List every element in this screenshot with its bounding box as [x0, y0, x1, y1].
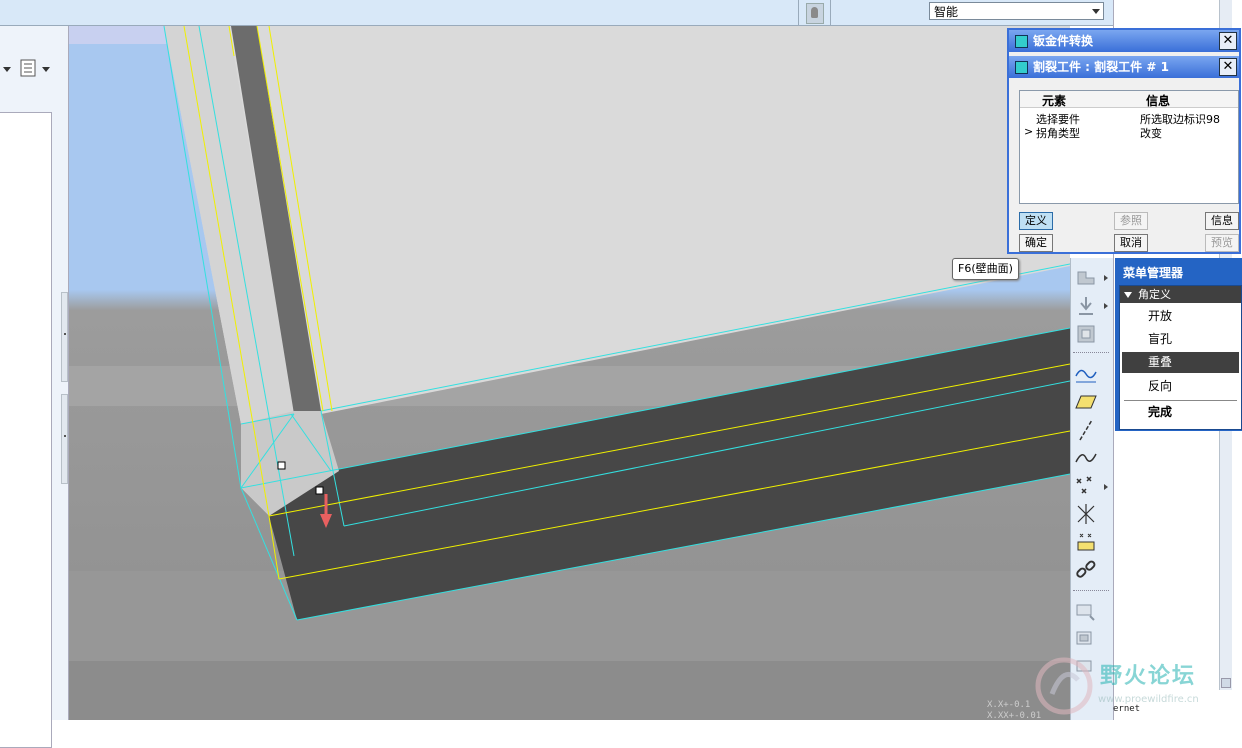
light-bulb-button[interactable] — [806, 3, 824, 24]
model-tree[interactable] — [0, 112, 52, 748]
subdialog-title: 割裂工件 : 割裂工件 # 1 — [1033, 60, 1169, 74]
menu-item-open[interactable]: 开放 — [1122, 306, 1239, 327]
row-expander[interactable]: > — [1024, 125, 1033, 138]
close-icon[interactable]: ✕ — [1219, 58, 1237, 76]
datum-axis-icon[interactable] — [1074, 418, 1098, 442]
menu-manager: 菜单管理器 角定义 开放 盲孔 重叠 反向 完成 — [1115, 258, 1242, 431]
column-header-info: 信息 — [1146, 94, 1171, 108]
element-row[interactable]: 选择要件 所选取边标识98 — [1020, 111, 1238, 126]
column-header-element: 元素 — [1042, 94, 1067, 108]
list-settings-icon[interactable] — [20, 59, 38, 77]
references-button[interactable]: 参照 — [1114, 212, 1148, 230]
row-element: 拐角类型 — [1036, 127, 1080, 140]
toolbar-separator — [798, 0, 799, 25]
model-tree-toolbar — [0, 56, 60, 80]
top-toolbar: 智能 — [0, 0, 1113, 26]
menu-item-label: 开放 — [1148, 309, 1173, 323]
copy-feature-icon[interactable] — [1074, 600, 1098, 624]
selection-handle[interactable] — [315, 486, 324, 495]
menu-item-label: 重叠 — [1148, 355, 1173, 369]
preview-button[interactable]: 预览 — [1205, 234, 1239, 252]
close-icon[interactable]: ✕ — [1219, 32, 1237, 50]
more-arrow-icon[interactable] — [1104, 303, 1108, 309]
selection-filter-dropdown[interactable]: 智能 — [929, 2, 1104, 20]
bend-icon[interactable] — [1074, 294, 1098, 318]
ok-button[interactable]: 确定 — [1019, 234, 1053, 252]
forum-watermark: 野火论坛 www.proewildfire.cn — [1032, 654, 1232, 718]
sketch-curve-icon[interactable] — [1074, 362, 1098, 386]
chain-link-icon[interactable] — [1074, 558, 1098, 582]
sheetmetal-conversion-dialog: 钣金件转换 ✕ 割裂工件 : 割裂工件 # 1 ✕ 元素 信息 选择要件 所选取… — [1007, 28, 1241, 254]
dialog-title-bar[interactable]: 钣金件转换 ✕ — [1009, 30, 1239, 52]
menu-item-overlap[interactable]: 重叠 — [1122, 352, 1239, 373]
chevron-down-icon[interactable] — [3, 67, 11, 72]
selection-handle[interactable] — [277, 461, 286, 470]
analysis-icon[interactable] — [1074, 530, 1098, 554]
menu-manager-title: 菜单管理器 — [1123, 266, 1184, 280]
element-list[interactable]: 元素 信息 选择要件 所选取边标识98 > 拐角类型 改变 — [1019, 90, 1239, 204]
menu-manager-body: 角定义 开放 盲孔 重叠 反向 完成 — [1119, 285, 1242, 430]
panel-resize-grip[interactable] — [61, 394, 68, 484]
graphics-viewport[interactable]: X.X+-0.1 X.XX+-0.01 — [69, 26, 1070, 720]
panel-resize-grip[interactable] — [61, 292, 68, 382]
menu-item-blind[interactable]: 盲孔 — [1122, 329, 1239, 350]
chevron-down-icon — [1092, 9, 1100, 14]
datum-point-icon[interactable] — [1074, 474, 1098, 498]
dialog-icon — [1015, 35, 1028, 48]
feature-toolbar — [1070, 258, 1113, 720]
more-arrow-icon[interactable] — [1104, 275, 1108, 281]
menu-separator — [1124, 400, 1237, 401]
menu-item-label: 盲孔 — [1148, 332, 1173, 346]
selection-filter-value: 智能 — [934, 5, 959, 19]
coordinate-system-icon[interactable] — [1074, 502, 1098, 526]
background-band — [69, 571, 1070, 661]
toolbar-separator — [1073, 590, 1109, 591]
unbend-icon[interactable] — [1074, 322, 1098, 346]
dialog-icon — [1015, 61, 1028, 74]
datum-plane-icon[interactable] — [1074, 390, 1098, 414]
menu-item-done[interactable]: 完成 — [1122, 402, 1239, 423]
menu-item-label: 完成 — [1148, 405, 1173, 419]
sheetmetal-wall-icon[interactable] — [1074, 266, 1098, 290]
dialog-title: 钣金件转换 — [1033, 34, 1094, 48]
watermark-logo-icon — [1035, 657, 1093, 715]
element-list-header: 元素 信息 — [1020, 91, 1238, 108]
subdialog-title-bar[interactable]: 割裂工件 : 割裂工件 # 1 ✕ — [1009, 56, 1239, 78]
toolbar-separator — [830, 0, 831, 25]
model-tree-panel — [0, 26, 69, 748]
datum-curve-icon[interactable] — [1074, 446, 1098, 470]
chevron-down-icon[interactable] — [42, 67, 50, 72]
menu-item-flip[interactable]: 反向 — [1122, 376, 1239, 397]
background-band — [69, 661, 1070, 720]
define-button[interactable]: 定义 — [1019, 212, 1053, 230]
model-view[interactable] — [69, 26, 1070, 720]
more-arrow-icon[interactable] — [1104, 484, 1108, 490]
row-info: 改变 — [1140, 127, 1162, 140]
watermark-text: 野火论坛 — [1100, 664, 1197, 689]
corner-definition-submenu[interactable]: 角定义 — [1120, 286, 1241, 303]
element-row[interactable]: > 拐角类型 改变 — [1020, 125, 1238, 140]
watermark-url: www.proewildfire.cn — [1098, 694, 1199, 705]
toolbar-separator — [1073, 352, 1109, 353]
geometry-tooltip: F6(壁曲面) — [952, 258, 1019, 280]
pattern-feature-icon[interactable] — [1074, 628, 1098, 652]
cancel-button[interactable]: 取消 — [1114, 234, 1148, 252]
info-button[interactable]: 信息 — [1205, 212, 1239, 230]
menu-item-label: 反向 — [1148, 379, 1173, 393]
submenu-label: 角定义 — [1138, 288, 1171, 301]
light-bulb-icon — [811, 7, 818, 18]
triangle-down-icon — [1124, 292, 1132, 298]
